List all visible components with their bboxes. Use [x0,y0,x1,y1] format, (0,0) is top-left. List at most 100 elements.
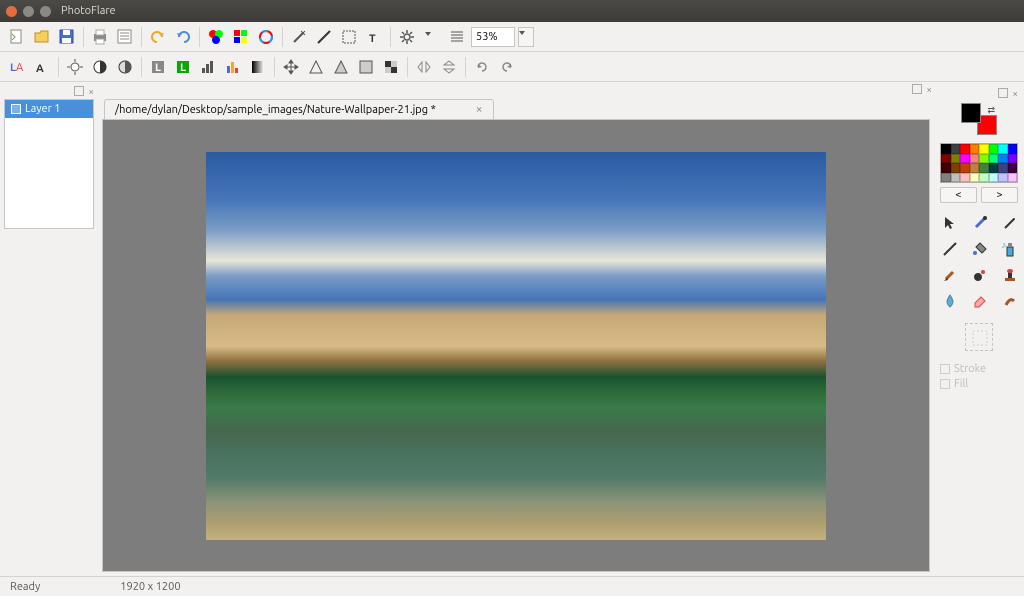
layer-item[interactable]: Layer 1 [5,100,93,118]
brush-tool[interactable] [940,265,960,285]
line-tool-button[interactable] [313,26,335,48]
layer-visibility-icon[interactable] [11,104,21,114]
bucket-tool[interactable] [970,239,990,259]
palette-prev-button[interactable]: < [940,187,977,203]
eraser-tool[interactable] [970,291,990,311]
palette-swatch[interactable] [960,163,970,173]
settings-button[interactable] [396,26,418,48]
contrast-button[interactable] [89,56,111,78]
panel-detach-icon[interactable] [998,88,1008,98]
palette-swatch[interactable] [1008,173,1018,183]
spray-tool[interactable] [1000,239,1020,259]
text-tool-button[interactable]: T [363,26,385,48]
palette-swatch[interactable] [998,154,1008,164]
palette-swatch[interactable] [989,154,999,164]
properties-button[interactable] [114,26,136,48]
palette-swatch[interactable] [970,163,980,173]
panel-close-icon[interactable]: × [1012,88,1018,99]
document-tab[interactable]: /home/dylan/Desktop/sample_images/Nature… [104,99,494,119]
palette-swatch[interactable] [998,163,1008,173]
palette-swatch[interactable] [989,173,999,183]
palette-swatch[interactable] [951,163,961,173]
eyedropper-tool[interactable] [970,213,990,233]
fill-checkbox[interactable] [940,379,950,389]
color-indicator[interactable]: ⇄ [961,103,997,135]
foreground-color[interactable] [961,103,981,123]
gradient-button[interactable] [247,56,269,78]
palette-swatch[interactable] [970,173,980,183]
histogram-button[interactable] [222,56,244,78]
palette-swatch[interactable] [960,144,970,154]
palette-swatch[interactable] [941,144,951,154]
palette-swatch[interactable] [989,144,999,154]
line-tool[interactable] [940,239,960,259]
palette-swatch[interactable] [979,163,989,173]
palette-swatch[interactable] [1008,154,1018,164]
canvas-detach-icon[interactable] [912,84,922,94]
palette-swatch[interactable] [941,154,951,164]
palette-swatch[interactable] [951,154,961,164]
clone-tool[interactable] [970,265,990,285]
window-maximize-button[interactable] [40,6,51,17]
checker-button[interactable] [380,56,402,78]
palette-swatch[interactable] [998,144,1008,154]
palette-swatch[interactable] [989,163,999,173]
palette-swatch[interactable] [941,163,951,173]
rotate-ccw-button[interactable] [471,56,493,78]
panel-detach-icon[interactable] [74,86,84,96]
palette-swatch[interactable] [998,173,1008,183]
levels-button[interactable] [197,56,219,78]
palette-next-button[interactable]: > [981,187,1018,203]
channel-r-button[interactable]: L [172,56,194,78]
palette-swatch[interactable] [941,173,951,183]
font-button[interactable]: A [31,56,53,78]
pointer-tool[interactable] [940,213,960,233]
stamp-tool[interactable] [1000,265,1020,285]
color-dialog-button[interactable] [205,26,227,48]
gamma-button[interactable] [114,56,136,78]
settings-dropdown[interactable] [421,26,443,48]
palette-swatch[interactable] [970,154,980,164]
palette-swatch[interactable] [951,173,961,183]
print-button[interactable] [89,26,111,48]
swatches-button[interactable] [230,26,252,48]
palette-swatch[interactable] [979,144,989,154]
hue-button[interactable] [255,26,277,48]
open-file-button[interactable] [31,26,53,48]
canvas-area[interactable] [102,119,930,572]
flip-v-button[interactable] [438,56,460,78]
canvas-close-icon[interactable]: × [926,84,932,95]
shape-button[interactable] [355,56,377,78]
wand-tool-button[interactable] [288,26,310,48]
save-file-button[interactable] [56,26,78,48]
stroke-checkbox[interactable] [940,364,950,374]
tab-close-icon[interactable]: × [476,103,483,116]
panel-close-icon[interactable]: × [88,86,94,97]
palette-swatch[interactable] [951,144,961,154]
zoom-dropdown[interactable] [518,27,534,47]
new-file-button[interactable] [6,26,28,48]
palette-swatch[interactable] [1008,144,1018,154]
palette-swatch[interactable] [979,154,989,164]
window-close-button[interactable] [6,6,17,17]
blur-tool[interactable] [940,291,960,311]
selection-tool[interactable] [965,323,993,351]
palette-swatch[interactable] [960,154,970,164]
layers-list[interactable]: Layer 1 [4,99,94,229]
text-effect-button[interactable]: L A [6,56,28,78]
undo-button[interactable] [147,26,169,48]
rotate-cw-button[interactable] [496,56,518,78]
select-tool-button[interactable] [338,26,360,48]
window-minimize-button[interactable] [23,6,34,17]
palette-swatch[interactable] [979,173,989,183]
palette-swatch[interactable] [1008,163,1018,173]
redo-button[interactable] [172,26,194,48]
list-view-button[interactable] [446,26,468,48]
swap-colors-icon[interactable]: ⇄ [987,105,995,116]
wand-tool[interactable] [1000,213,1020,233]
triangle-button[interactable] [305,56,327,78]
smudge-tool[interactable] [1000,291,1020,311]
channel-l-button[interactable]: L [147,56,169,78]
zoom-input[interactable]: 53% [471,27,515,47]
brightness-button[interactable] [64,56,86,78]
